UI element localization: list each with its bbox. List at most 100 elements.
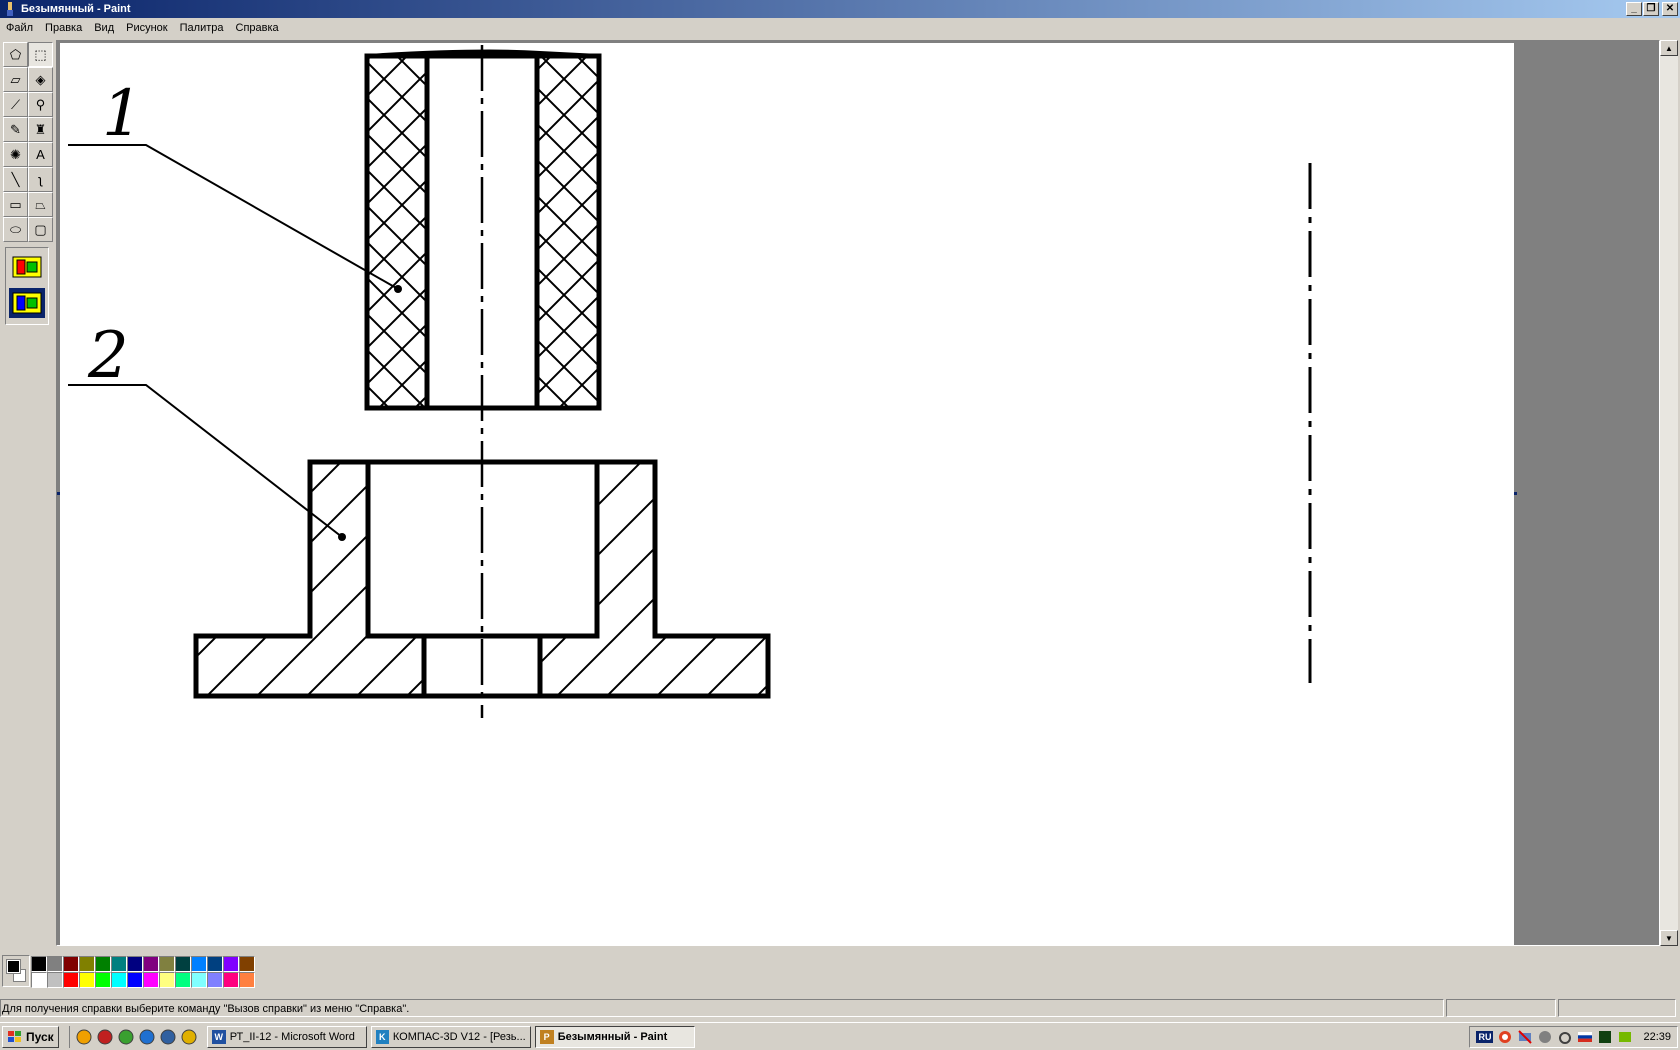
line-tool[interactable]: ╲	[3, 167, 28, 192]
palette-swatch[interactable]	[175, 956, 191, 972]
palette-swatch[interactable]	[127, 956, 143, 972]
ie-icon[interactable]	[139, 1029, 155, 1045]
language-indicator[interactable]: RU	[1476, 1031, 1494, 1043]
utorrent-icon[interactable]	[118, 1029, 134, 1045]
russian-flag-icon[interactable]	[1577, 1029, 1593, 1045]
palette-swatch[interactable]	[63, 972, 79, 988]
start-button[interactable]: Пуск	[2, 1025, 59, 1048]
menu-view[interactable]: Вид	[88, 18, 120, 38]
callout-label-2: 2	[87, 319, 129, 393]
color-picker-tool[interactable]: ⟋	[3, 92, 28, 117]
palette-swatch[interactable]	[47, 956, 63, 972]
nvidia-tray-icon[interactable]	[1617, 1029, 1633, 1045]
brush-tool[interactable]: ♜	[28, 117, 53, 142]
palette-swatch[interactable]	[111, 956, 127, 972]
arrow-up-icon: ▲	[1665, 43, 1673, 53]
task-label: РТ_II-12 - Microsoft Word	[229, 1030, 355, 1043]
palette-swatch[interactable]	[191, 956, 207, 972]
maximize-button[interactable]: ❐	[1643, 2, 1659, 16]
task-label: Безымянный - Paint	[557, 1030, 668, 1043]
title-bar[interactable]: Безымянный - Paint _ ❐ ✕	[0, 0, 1680, 18]
text-tool[interactable]: A	[28, 142, 53, 167]
taskbar-task[interactable]: K КОМПАС-3D V12 - [Резь...	[370, 1025, 531, 1048]
palette-swatch[interactable]	[159, 956, 175, 972]
drawing-canvas[interactable]: 1 2	[60, 43, 1514, 945]
palette-swatch[interactable]	[223, 972, 239, 988]
opera-tray-icon[interactable]	[1497, 1029, 1513, 1045]
palette-swatch[interactable]	[47, 972, 63, 988]
scroll-down-button[interactable]: ▼	[1660, 930, 1678, 946]
monitor-tray-icon[interactable]	[1597, 1029, 1613, 1045]
polygon-tool[interactable]: ⏢	[28, 192, 53, 217]
paint-app-icon	[3, 2, 17, 16]
palette-swatch[interactable]	[95, 972, 111, 988]
current-colors[interactable]	[2, 955, 30, 987]
canvas-area[interactable]: 1 2	[56, 40, 1660, 946]
paint-window: Безымянный - Paint _ ❐ ✕ Файл Правка Вид…	[0, 0, 1680, 1050]
network-tray-icon[interactable]	[1517, 1029, 1533, 1045]
palette-swatch[interactable]	[223, 956, 239, 972]
palette-swatch[interactable]	[143, 956, 159, 972]
palette-swatch[interactable]	[175, 972, 191, 988]
menu-help[interactable]: Справка	[230, 18, 285, 38]
opera-icon[interactable]	[97, 1029, 113, 1045]
resize-handle-right[interactable]	[1514, 492, 1517, 495]
eraser-icon: ▱	[10, 71, 21, 87]
palette-swatch[interactable]	[111, 972, 127, 988]
alarm-tray-icon[interactable]	[1557, 1029, 1573, 1045]
desktop-icon[interactable]	[160, 1029, 176, 1045]
menu-edit[interactable]: Правка	[39, 18, 88, 38]
arrow-down-icon: ▼	[1665, 933, 1673, 943]
transparent-option[interactable]	[9, 288, 45, 318]
taskbar-task[interactable]: W РТ_II-12 - Microsoft Word	[206, 1025, 367, 1048]
close-button[interactable]: ✕	[1662, 2, 1678, 16]
system-tray: RU 22:39	[1469, 1026, 1678, 1048]
opaque-option[interactable]	[9, 252, 45, 282]
palette-swatch[interactable]	[95, 956, 111, 972]
magnifier-tool[interactable]: ⚲	[28, 92, 53, 117]
pencil-tool[interactable]: ✎	[3, 117, 28, 142]
palette-swatch[interactable]	[239, 956, 255, 972]
taskbar: Пуск W РТ_II-12 - Microsoft Word K КОМПАС-3…	[0, 1022, 1680, 1050]
rect-select-tool[interactable]: ⬚	[28, 42, 53, 67]
security-tray-icon[interactable]	[1537, 1029, 1553, 1045]
airbrush-tool[interactable]: ✺	[3, 142, 28, 167]
resize-handle-left[interactable]	[57, 492, 60, 495]
palette-swatch[interactable]	[143, 972, 159, 988]
status-message: Для получения справки выберите команду "…	[0, 999, 1444, 1017]
scroll-up-button[interactable]: ▲	[1660, 40, 1678, 56]
foreground-color-swatch	[6, 959, 21, 974]
palette-swatch[interactable]	[191, 972, 207, 988]
menu-image[interactable]: Рисунок	[120, 18, 174, 38]
palette-swatch[interactable]	[79, 956, 95, 972]
palette-swatch[interactable]	[159, 972, 175, 988]
vertical-scrollbar[interactable]: ▲ ▼	[1660, 40, 1678, 946]
quick-launch	[68, 1025, 197, 1048]
rectangle-tool[interactable]: ▭	[3, 192, 28, 217]
palette-swatch[interactable]	[239, 972, 255, 988]
chrome-icon[interactable]	[181, 1029, 197, 1045]
taskbar-task[interactable]: P Безымянный - Paint	[534, 1025, 695, 1048]
color-palette	[0, 952, 1680, 994]
curve-tool[interactable]: ʅ	[28, 167, 53, 192]
media-player-icon[interactable]	[76, 1029, 92, 1045]
palette-swatch[interactable]	[79, 972, 95, 988]
menu-colors[interactable]: Палитра	[174, 18, 230, 38]
menu-file[interactable]: Файл	[0, 18, 39, 38]
magnifier-icon: ⚲	[35, 96, 46, 112]
fill-tool[interactable]: ◈	[28, 67, 53, 92]
rounded-rect-tool[interactable]: ▢	[28, 217, 53, 242]
palette-swatch[interactable]	[31, 972, 47, 988]
palette-swatch[interactable]	[63, 956, 79, 972]
palette-swatch[interactable]	[207, 956, 223, 972]
palette-swatch[interactable]	[207, 972, 223, 988]
ellipse-tool[interactable]: ⬭	[3, 217, 28, 242]
eraser-tool[interactable]: ▱	[3, 67, 28, 92]
free-select-tool[interactable]: ⬠	[3, 42, 28, 67]
palette-swatch[interactable]	[31, 956, 47, 972]
ellipse-icon: ⬭	[9, 221, 22, 237]
rectangle-icon: ▭	[9, 196, 22, 212]
minimize-button[interactable]: _	[1626, 2, 1642, 16]
color-picker-icon: ⟋	[10, 96, 21, 112]
palette-swatch[interactable]	[127, 972, 143, 988]
